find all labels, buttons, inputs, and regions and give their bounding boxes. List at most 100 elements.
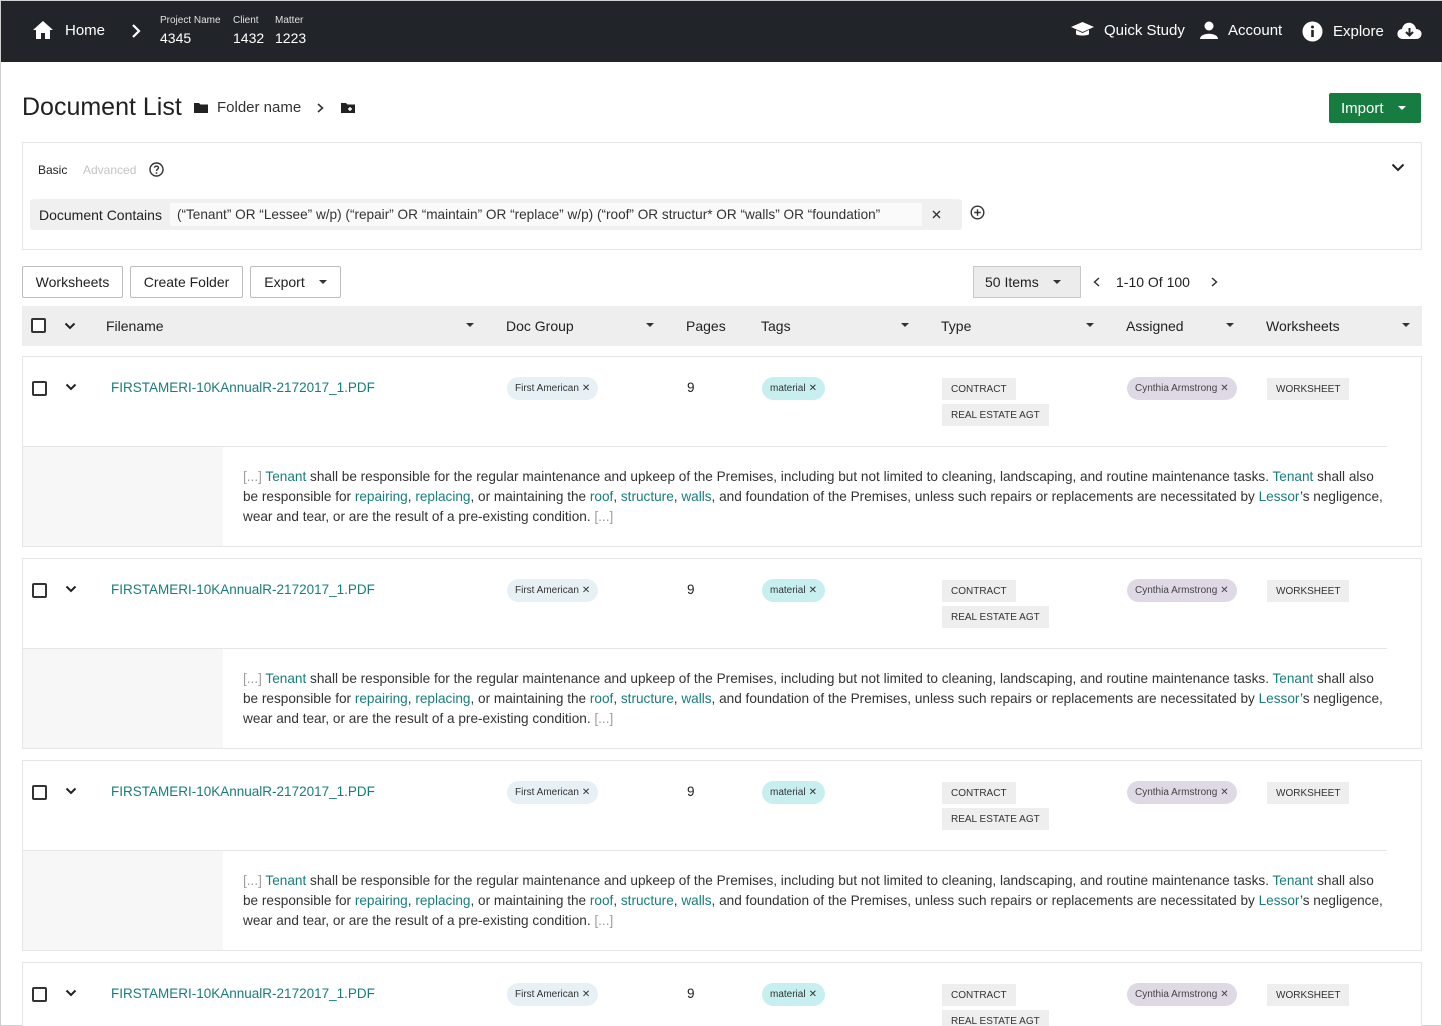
chevron-down-icon[interactable] [65, 383, 77, 391]
export-button[interactable]: Export [250, 266, 341, 298]
mode-basic-tab[interactable]: Basic [38, 163, 67, 177]
tag-chip[interactable]: material ✕ [762, 781, 825, 804]
items-per-page-select[interactable]: 50 Items [973, 266, 1081, 298]
snippet-gutter [23, 649, 223, 748]
home-link[interactable]: Home [33, 21, 105, 39]
filename-link[interactable]: FIRSTAMERI-10KAnnualR-2172017_1.PDF [111, 582, 375, 597]
caret-down-icon [318, 280, 327, 284]
account-button[interactable]: Account [1200, 21, 1282, 39]
cloud-download-icon[interactable] [1397, 21, 1422, 40]
sort-worksheets-icon[interactable] [1402, 323, 1410, 327]
table-row: FIRSTAMERI-10KAnnualR-2172017_1.PDF Firs… [22, 760, 1422, 951]
row-divider [23, 850, 1387, 851]
help-icon[interactable] [149, 162, 164, 177]
filename-link[interactable]: FIRSTAMERI-10KAnnualR-2172017_1.PDF [111, 986, 375, 1001]
assigned-chip[interactable]: Cynthia Armstrong ✕ [1127, 579, 1237, 602]
pages-value: 9 [687, 582, 695, 597]
add-circle-icon[interactable] [970, 205, 985, 220]
breadcrumb-folder[interactable]: Folder name [217, 99, 301, 116]
close-icon[interactable]: ✕ [1220, 787, 1228, 798]
col-worksheets[interactable]: Worksheets [1266, 318, 1340, 334]
row-checkbox[interactable] [32, 785, 47, 800]
snippet-gutter [23, 851, 223, 950]
row-divider [23, 446, 1387, 447]
col-filename[interactable]: Filename [106, 318, 164, 334]
folder-plus-icon[interactable] [341, 102, 356, 113]
close-icon[interactable]: ✕ [582, 585, 590, 596]
assigned-chip[interactable]: Cynthia Armstrong ✕ [1127, 781, 1237, 804]
sort-tags-icon[interactable] [901, 323, 909, 327]
explore-button[interactable]: Explore [1302, 21, 1384, 42]
close-icon[interactable]: ✕ [809, 383, 817, 394]
col-assigned[interactable]: Assigned [1126, 318, 1184, 334]
close-icon[interactable]: ✕ [582, 383, 590, 394]
sort-doc-group-icon[interactable] [646, 323, 654, 327]
create-folder-button[interactable]: Create Folder [130, 266, 243, 298]
type-tag: CONTRACT [942, 782, 1016, 804]
worksheet-tag[interactable]: WORKSHEET [1267, 378, 1350, 400]
type-tag: CONTRACT [942, 984, 1016, 1006]
snippet-gutter [23, 447, 223, 546]
close-icon[interactable]: ✕ [582, 787, 590, 798]
chevron-down-icon[interactable] [1391, 163, 1405, 172]
doc-group-chip[interactable]: First American ✕ [507, 983, 599, 1006]
worksheets-button[interactable]: Worksheets [22, 266, 123, 298]
sort-filename-icon[interactable] [466, 323, 474, 327]
row-checkbox[interactable] [32, 381, 47, 396]
import-button[interactable]: Import [1329, 93, 1421, 123]
col-type[interactable]: Type [941, 318, 971, 334]
sort-type-icon[interactable] [1086, 323, 1094, 327]
doc-group-chip[interactable]: First American ✕ [507, 781, 599, 804]
type-tag: REAL ESTATE AGT [942, 404, 1049, 426]
chevron-right-icon [317, 102, 324, 113]
type-tag: CONTRACT [942, 580, 1016, 602]
info-icon [1302, 21, 1323, 42]
select-all-checkbox[interactable] [31, 318, 46, 333]
worksheet-tag[interactable]: WORKSHEET [1267, 984, 1350, 1006]
close-icon[interactable]: ✕ [809, 585, 817, 596]
type-tag: REAL ESTATE AGT [942, 1010, 1049, 1026]
assigned-chip[interactable]: Cynthia Armstrong ✕ [1127, 983, 1237, 1006]
col-tags[interactable]: Tags [761, 318, 791, 334]
chevron-down-icon[interactable] [65, 787, 77, 795]
col-pages[interactable]: Pages [686, 318, 726, 334]
query-value[interactable]: (“Tenant” OR “Lessee” w/p) (“repair” OR … [169, 203, 922, 226]
close-icon[interactable] [932, 210, 941, 219]
mode-advanced-tab[interactable]: Advanced [83, 163, 136, 177]
filename-link[interactable]: FIRSTAMERI-10KAnnualR-2172017_1.PDF [111, 784, 375, 799]
meta-matter: Matter 1223 [275, 15, 307, 46]
snippet-text: [...] Tenant shall be responsible for th… [243, 873, 1383, 928]
sort-assigned-icon[interactable] [1226, 323, 1234, 327]
worksheet-tag[interactable]: WORKSHEET [1267, 782, 1350, 804]
doc-group-chip[interactable]: First American ✕ [507, 377, 599, 400]
filename-link[interactable]: FIRSTAMERI-10KAnnualR-2172017_1.PDF [111, 380, 375, 395]
close-icon[interactable]: ✕ [1220, 989, 1228, 1000]
table-row: FIRSTAMERI-10KAnnualR-2172017_1.PDF Firs… [22, 962, 1422, 1026]
chevron-left-icon[interactable] [1093, 277, 1101, 287]
breadcrumb: Folder name [194, 99, 356, 116]
assigned-chip[interactable]: Cynthia Armstrong ✕ [1127, 377, 1237, 400]
chevron-down-icon[interactable] [64, 322, 76, 330]
table-header: Filename Doc Group Pages Tags Type Assig… [22, 306, 1422, 346]
row-checkbox[interactable] [32, 583, 47, 598]
doc-group-chip[interactable]: First American ✕ [507, 579, 599, 602]
tag-chip[interactable]: material ✕ [762, 983, 825, 1006]
close-icon[interactable]: ✕ [1220, 383, 1228, 394]
query-label: Document Contains [39, 206, 162, 223]
close-icon[interactable]: ✕ [1220, 585, 1228, 596]
row-checkbox[interactable] [32, 987, 47, 1002]
close-icon[interactable]: ✕ [809, 989, 817, 1000]
table-row: FIRSTAMERI-10KAnnualR-2172017_1.PDF Firs… [22, 558, 1422, 749]
close-icon[interactable]: ✕ [809, 787, 817, 798]
chevron-down-icon[interactable] [65, 585, 77, 593]
chevron-down-icon[interactable] [65, 989, 77, 997]
chevron-right-icon[interactable] [1210, 277, 1218, 287]
quick-study-button[interactable]: Quick Study [1071, 21, 1185, 39]
col-doc-group[interactable]: Doc Group [506, 318, 574, 334]
tag-chip[interactable]: material ✕ [762, 579, 825, 602]
user-icon [1200, 21, 1218, 39]
close-icon[interactable]: ✕ [582, 989, 590, 1000]
worksheet-tag[interactable]: WORKSHEET [1267, 580, 1350, 602]
top-bar: Home Project Name 4345 Client 1432 Matter 1… [1, 1, 1442, 62]
tag-chip[interactable]: material ✕ [762, 377, 825, 400]
